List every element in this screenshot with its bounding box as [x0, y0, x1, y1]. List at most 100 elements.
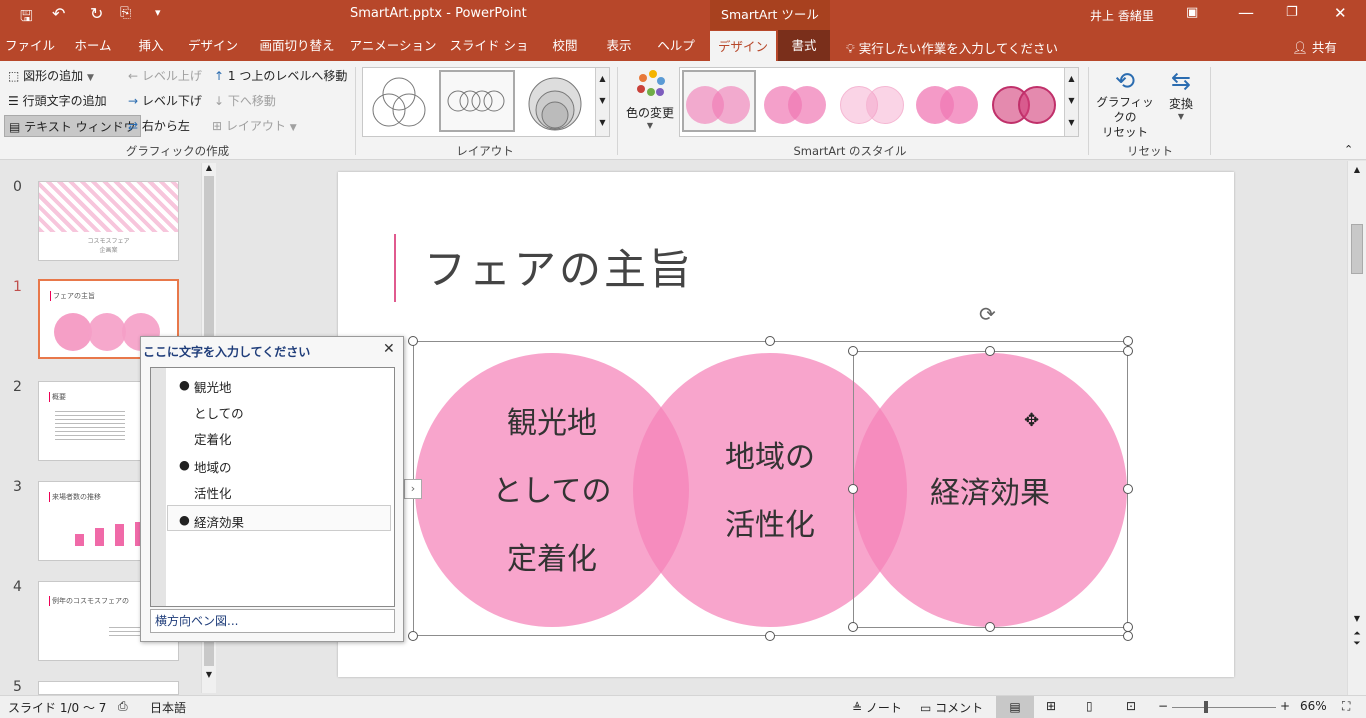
text-line[interactable]: 活性化	[194, 483, 232, 502]
slide-thumbnail-5[interactable]	[38, 681, 179, 695]
editor-scrollbar[interactable]: ▲ ▼ ⏶ ⏷	[1347, 161, 1366, 695]
layout-btn-label: レイアウト	[225, 119, 286, 133]
tab-animations[interactable]: アニメーション	[348, 30, 438, 61]
resize-handle[interactable]	[765, 631, 775, 641]
text-line[interactable]: 観光地	[194, 377, 232, 396]
notes-button[interactable]: ≜ ノート	[852, 699, 902, 716]
customize-qat-icon[interactable]: ▾	[155, 6, 161, 19]
reset-graphic-button[interactable]: ⟲ グラフィックの リセット	[1092, 67, 1158, 141]
tab-slideshow[interactable]: スライド ショー	[444, 30, 534, 84]
spellcheck-icon[interactable]: ⎙	[118, 699, 128, 714]
add-bullet-button[interactable]: ☰ 行頭文字の追加	[8, 90, 107, 112]
text-line[interactable]: 地域の	[194, 457, 232, 476]
layout-dropdown-button[interactable]: ⊞ レイアウト ▼	[212, 115, 297, 137]
arrow-right-icon: →	[128, 94, 139, 108]
change-colors-button[interactable]: 色の変更 ▼	[622, 67, 678, 137]
comments-label: コメント	[935, 701, 984, 715]
resize-handle[interactable]	[1123, 346, 1133, 356]
zoom-out-icon[interactable]: −	[1158, 699, 1168, 713]
language-indicator[interactable]: 日本語	[150, 699, 186, 716]
slide-thumbnail-0[interactable]: コスモスフェア 企画案	[38, 181, 179, 261]
redo-icon[interactable]: ↻	[90, 4, 103, 23]
venn-text-1-line-2: としての	[492, 474, 612, 509]
scroll-thumb[interactable]	[1351, 224, 1363, 274]
slide-title[interactable]: フェアの主旨	[424, 236, 694, 297]
thumb-text: コスモスフェア	[87, 238, 130, 245]
tab-transitions[interactable]: 画面切り替え	[252, 30, 342, 61]
resize-handle[interactable]	[985, 346, 995, 356]
resize-handle[interactable]	[765, 336, 775, 346]
resize-handle[interactable]	[408, 631, 418, 641]
tell-me-text: 実行したい作業を入力してください	[858, 41, 1059, 56]
right-to-left-button[interactable]: ⇄ 右から左	[128, 115, 190, 137]
resize-handle[interactable]	[1123, 631, 1133, 641]
resize-handle[interactable]	[408, 336, 418, 346]
tab-view[interactable]: 表示	[596, 30, 642, 61]
text-line[interactable]: 定着化	[194, 429, 232, 448]
minimize-icon[interactable]: —	[1238, 3, 1254, 22]
resize-handle[interactable]	[848, 484, 858, 494]
thumb-bar	[115, 524, 124, 546]
save-icon[interactable]: 🖫	[20, 6, 33, 31]
linear-venn-layout[interactable]	[439, 70, 515, 132]
tab-insert[interactable]: 挿入	[126, 30, 176, 61]
tab-design[interactable]: デザイン	[180, 30, 246, 61]
tab-review[interactable]: 校閲	[540, 30, 590, 61]
tab-smartart-format[interactable]: 書式	[778, 30, 830, 61]
swap-icon: ⇄	[128, 119, 139, 133]
undo-icon[interactable]: ↶	[52, 4, 65, 23]
ribbon-display-icon[interactable]: ▣	[1186, 5, 1198, 20]
notes-icon: ≜	[852, 701, 863, 715]
layout-description-link[interactable]: 横方向ベン図...	[150, 609, 395, 633]
resize-handle[interactable]	[848, 346, 858, 356]
close-icon[interactable]: ✕	[383, 341, 395, 357]
zoom-level[interactable]: 66%	[1300, 699, 1327, 713]
thumb-bar	[75, 534, 84, 546]
tell-me-box[interactable]: 💡︎ 実行したい作業を入力してください	[846, 38, 1058, 57]
previous-slide-icon[interactable]: ⏶	[1348, 629, 1366, 639]
tab-home[interactable]: ホーム	[64, 30, 122, 61]
slideshow-icon[interactable]: ⊡	[1126, 699, 1136, 713]
text-line[interactable]: 経済効果	[194, 512, 244, 531]
group-label-reset: リセット	[1127, 144, 1173, 158]
resize-handle[interactable]	[1123, 484, 1133, 494]
slide-sorter-icon[interactable]: ⊞	[1046, 699, 1056, 713]
restore-icon[interactable]: ❐	[1286, 5, 1298, 20]
text-pane-button[interactable]: ▤ テキスト ウィンドウ	[4, 115, 141, 137]
layout-gallery-scroll[interactable]: ▲ ▼ ▼	[595, 68, 609, 136]
resize-handle[interactable]	[1123, 336, 1133, 346]
basic-venn-layout[interactable]	[369, 74, 429, 130]
zoom-slider-track[interactable]	[1172, 707, 1276, 708]
demote-button[interactable]: → レベル下げ	[128, 90, 202, 112]
tab-help[interactable]: ヘルプ	[648, 30, 704, 61]
move-up-button[interactable]: ↑ 1 つ上のレベルへ移動	[214, 65, 347, 87]
close-window-icon[interactable]: ✕	[1334, 4, 1347, 22]
collapse-ribbon-icon[interactable]: ⌃	[1344, 143, 1353, 156]
rotate-handle-icon[interactable]: ⟳	[979, 302, 996, 326]
fit-to-window-icon[interactable]: ⛶	[1342, 699, 1350, 714]
reading-view-icon[interactable]: ▯	[1086, 699, 1093, 713]
zoom-slider-thumb[interactable]	[1204, 701, 1208, 713]
tab-file[interactable]: ファイル	[0, 30, 60, 61]
resize-handle[interactable]	[1123, 622, 1133, 632]
comments-button[interactable]: ▭ コメント	[920, 699, 983, 716]
styles-gallery-scroll[interactable]: ▲ ▼ ▼	[1064, 68, 1078, 136]
chevron-up-icon: ▲	[1353, 165, 1361, 174]
convert-button[interactable]: ⇆ 変換 ▼	[1160, 67, 1202, 141]
resize-handle[interactable]	[848, 622, 858, 632]
move-down-button[interactable]: ↓ 下へ移動	[214, 90, 276, 112]
stacked-venn-layout[interactable]	[525, 72, 585, 132]
normal-view-icon[interactable]: ▤	[996, 696, 1034, 718]
zoom-in-icon[interactable]: +	[1280, 699, 1290, 713]
user-name[interactable]: 井上 香緒里	[1090, 7, 1154, 24]
presenter-icon[interactable]: ⎘	[120, 5, 131, 21]
expand-text-pane-icon[interactable]: ›	[404, 479, 422, 499]
next-slide-icon[interactable]: ⏷	[1348, 639, 1366, 649]
share-button[interactable]: 👤︎ 共有	[1292, 37, 1337, 56]
text-line[interactable]: としての	[194, 403, 244, 422]
resize-handle[interactable]	[985, 622, 995, 632]
text-pane-editor[interactable]: ● 観光地 としての 定着化 ● 地域の 活性化 ● 経済効果	[150, 367, 395, 607]
promote-button[interactable]: ← レベル上げ	[128, 65, 202, 87]
add-shape-button[interactable]: ⬚ 図形の追加 ▼	[8, 65, 94, 87]
tab-smartart-design[interactable]: デザイン	[710, 31, 776, 61]
